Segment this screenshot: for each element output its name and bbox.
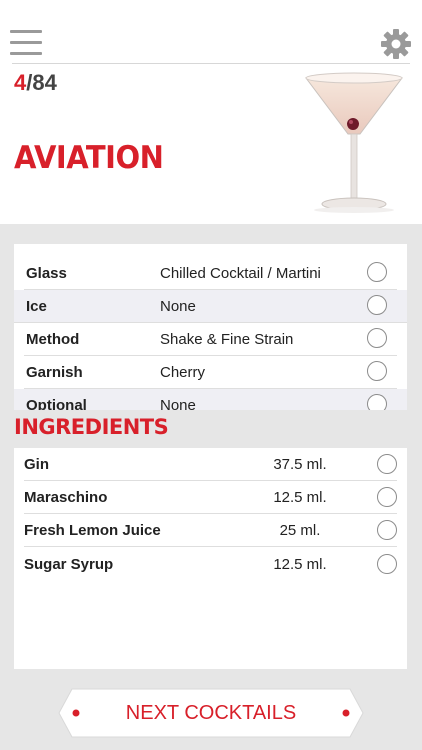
- radio-button[interactable]: [367, 394, 387, 410]
- details-card: Glass Chilled Cocktail / Martini Ice Non…: [14, 244, 407, 410]
- counter-total: /84: [26, 70, 57, 95]
- gear-icon[interactable]: [380, 28, 412, 60]
- detail-label: Optional: [26, 397, 87, 410]
- detail-value: Chilled Cocktail / Martini: [160, 265, 321, 282]
- ingredient-amount: 12.5 ml.: [273, 556, 327, 573]
- hamburger-menu-icon[interactable]: [10, 30, 42, 56]
- ingredients-heading: INGREDIENTS: [14, 415, 169, 439]
- detail-value: None: [160, 298, 196, 315]
- ingredients-card: Gin 37.5 ml. Maraschino 12.5 ml. Fresh L…: [14, 448, 407, 669]
- detail-row-ice: Ice None: [14, 290, 407, 323]
- detail-row-glass: Glass Chilled Cocktail / Martini: [24, 244, 397, 290]
- detail-row-optional: Optional None: [14, 389, 407, 410]
- counter-current: 4: [14, 70, 27, 95]
- ingredient-name: Maraschino: [24, 489, 108, 506]
- ingredient-row: Gin 37.5 ml.: [24, 448, 397, 481]
- detail-value: Shake & Fine Strain: [160, 331, 294, 348]
- ingredient-name: Fresh Lemon Juice: [24, 522, 161, 539]
- header-divider: [12, 63, 410, 64]
- ingredient-amount: 37.5 ml.: [273, 456, 327, 473]
- cocktail-counter: 4/84: [14, 70, 57, 96]
- detail-value: Cherry: [160, 364, 206, 381]
- detail-row-garnish: Garnish Cherry: [24, 356, 397, 389]
- next-cocktails-label: NEXT COCKTAILS: [125, 702, 297, 724]
- ingredient-amount: 12.5 ml.: [273, 489, 327, 506]
- ingredient-row: Maraschino 12.5 ml.: [24, 481, 397, 514]
- detail-label: Garnish: [26, 364, 83, 381]
- radio-button[interactable]: [367, 328, 387, 348]
- next-cocktails-button[interactable]: NEXT COCKTAILS: [58, 688, 364, 738]
- radio-button[interactable]: [377, 487, 397, 507]
- ingredient-row: Fresh Lemon Juice 25 ml.: [24, 514, 397, 547]
- radio-button[interactable]: [367, 295, 387, 315]
- radio-button[interactable]: [377, 520, 397, 540]
- martini-glass-image: [305, 72, 403, 213]
- detail-value: None: [160, 397, 196, 410]
- radio-button[interactable]: [367, 361, 387, 381]
- ingredient-name: Gin: [24, 456, 49, 473]
- detail-row-method: Method Shake & Fine Strain: [24, 323, 397, 356]
- detail-label: Ice: [26, 298, 47, 315]
- cocktail-title: AVIATION: [14, 138, 164, 176]
- ingredient-row: Sugar Syrup 12.5 ml.: [24, 547, 397, 580]
- header: 4/84 AVIATION: [0, 0, 422, 224]
- ingredient-amount: 25 ml.: [279, 522, 321, 539]
- radio-button[interactable]: [377, 554, 397, 574]
- radio-button[interactable]: [377, 454, 397, 474]
- radio-button[interactable]: [367, 262, 387, 282]
- detail-label: Glass: [26, 265, 67, 282]
- detail-label: Method: [26, 331, 80, 348]
- ingredient-name: Sugar Syrup: [24, 556, 114, 573]
